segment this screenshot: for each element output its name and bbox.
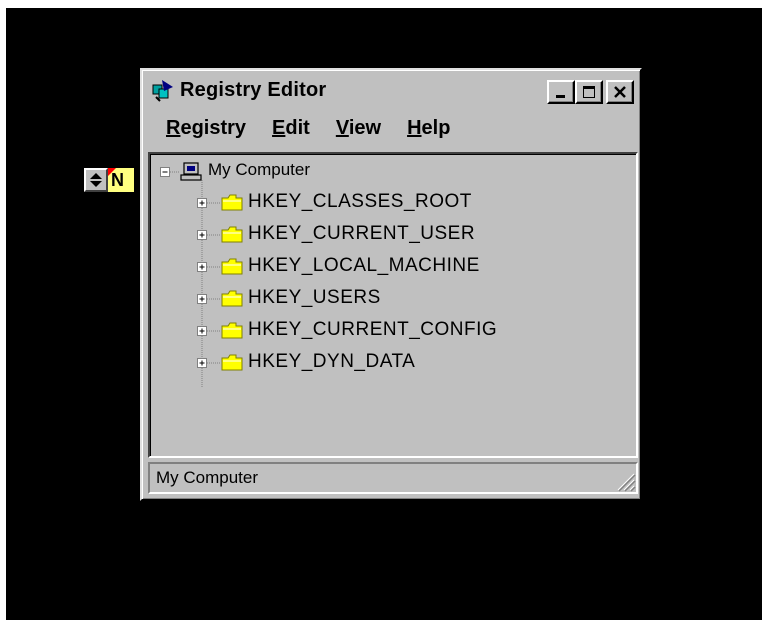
folder-icon xyxy=(221,194,243,211)
registry-editor-icon xyxy=(152,80,173,102)
folder-icon xyxy=(221,322,243,339)
menu-registry-label: egistry xyxy=(180,117,247,139)
maximize-icon xyxy=(583,86,595,98)
background-widget: N xyxy=(84,168,134,192)
status-bar: My Computer xyxy=(148,462,638,494)
folder-icon xyxy=(221,354,243,371)
menu-edit[interactable]: Edit xyxy=(259,110,323,146)
tree-item-hkey-users[interactable]: HKEY_USERS xyxy=(248,287,381,309)
status-text: My Computer xyxy=(156,468,259,487)
menu-view[interactable]: View xyxy=(323,110,394,146)
sticky-note-letter: N xyxy=(111,170,124,190)
tree-item-my-computer[interactable]: My Computer xyxy=(208,160,310,180)
computer-icon xyxy=(180,162,202,181)
menu-help-label: elp xyxy=(421,117,451,139)
registry-tree[interactable]: My Computer HKEY_CLASSES_ROOT HKEY_CURRENT… xyxy=(148,152,638,458)
maximize-button[interactable] xyxy=(575,80,603,104)
menu-view-label: iew xyxy=(348,117,382,139)
folder-icon xyxy=(221,226,243,243)
minimize-button[interactable] xyxy=(547,80,575,104)
sticky-note[interactable]: N xyxy=(108,168,134,192)
title-bar[interactable]: Registry Editor xyxy=(146,74,636,106)
hive-expand-toggle[interactable] xyxy=(197,198,207,208)
spinner-button[interactable] xyxy=(84,168,108,192)
tree-item-hkey-current-user[interactable]: HKEY_CURRENT_USER xyxy=(248,223,475,245)
menu-bar: Registry Edit View Help xyxy=(146,110,636,146)
title-buttons xyxy=(547,80,634,104)
menu-edit-hotkey: E xyxy=(272,117,286,139)
menu-registry-hotkey: R xyxy=(166,117,181,139)
folder-icon xyxy=(221,258,243,275)
tree-item-hkey-current-config[interactable]: HKEY_CURRENT_CONFIG xyxy=(248,319,497,341)
root-collapse-toggle[interactable] xyxy=(160,167,170,177)
window-title: Registry Editor xyxy=(180,78,327,101)
menu-edit-label: dit xyxy=(285,117,310,139)
tree-item-hkey-classes-root[interactable]: HKEY_CLASSES_ROOT xyxy=(248,191,472,213)
hive-expand-toggle[interactable] xyxy=(197,262,207,272)
tree-item-hkey-local-machine[interactable]: HKEY_LOCAL_MACHINE xyxy=(248,255,480,277)
up-down-arrow-icon xyxy=(90,173,102,187)
menu-help[interactable]: Help xyxy=(394,110,463,146)
menu-help-hotkey: H xyxy=(407,117,422,139)
resize-grip-icon[interactable] xyxy=(614,470,636,492)
close-button[interactable] xyxy=(606,80,634,104)
menu-registry[interactable]: Registry xyxy=(146,110,259,146)
close-icon xyxy=(614,86,626,98)
menu-view-hotkey: V xyxy=(335,117,349,139)
hive-expand-toggle[interactable] xyxy=(197,358,207,368)
hive-expand-toggle[interactable] xyxy=(197,230,207,240)
folder-icon xyxy=(221,290,243,307)
hive-expand-toggle[interactable] xyxy=(197,326,207,336)
tree-item-hkey-dyn-data[interactable]: HKEY_DYN_DATA xyxy=(248,351,415,373)
minimize-icon xyxy=(556,95,565,98)
hive-expand-toggle[interactable] xyxy=(197,294,207,304)
registry-editor-window: Registry Editor Registry Edit View Help … xyxy=(140,68,642,501)
